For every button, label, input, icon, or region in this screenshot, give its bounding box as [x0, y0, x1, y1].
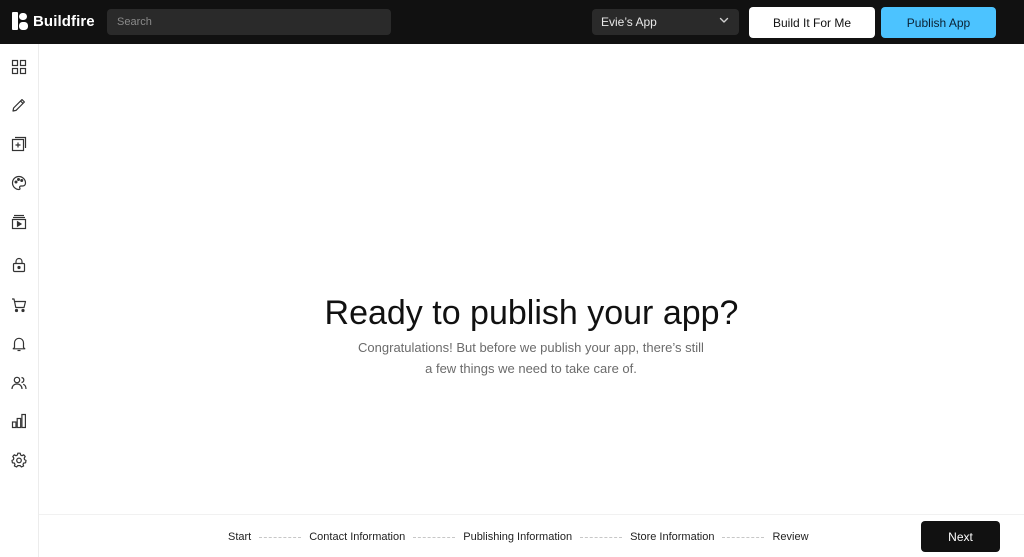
sidebar-item-add-feature[interactable] — [10, 135, 28, 153]
sidebar-item-security[interactable] — [10, 256, 28, 274]
main-content: Ready to publish your app? Congratulatio… — [39, 44, 1024, 514]
sidebar-item-media[interactable] — [10, 213, 28, 231]
palette-icon — [11, 175, 27, 191]
sidebar-item-users[interactable] — [10, 374, 28, 392]
add-square-icon — [11, 136, 27, 152]
sidebar-item-notifications[interactable] — [10, 335, 28, 353]
step-review[interactable]: Review — [772, 531, 808, 543]
chevron-down-icon — [718, 13, 730, 31]
step-divider — [259, 536, 302, 538]
sidebar-item-dashboard[interactable] — [10, 58, 28, 76]
buildfire-logo-icon — [12, 12, 29, 30]
wizard-footer: Start Contact Information Publishing Inf… — [39, 514, 1024, 557]
app-selector[interactable]: Evie’s App — [592, 9, 739, 35]
next-button[interactable]: Next — [921, 521, 1000, 552]
publish-app-button[interactable]: Publish App — [881, 7, 996, 38]
grid-icon — [11, 59, 27, 75]
step-divider — [413, 536, 456, 538]
pencil-icon — [12, 99, 25, 112]
step-contact-information[interactable]: Contact Information — [309, 531, 405, 543]
build-it-for-me-button[interactable]: Build It For Me — [749, 7, 875, 38]
progress-stepper: Start Contact Information Publishing Inf… — [228, 529, 809, 545]
sidebar — [0, 44, 39, 557]
page-subtitle-line-1: Congratulations! But before we publish y… — [358, 340, 704, 355]
brand-logo[interactable]: Buildfire — [12, 12, 95, 30]
step-divider — [722, 536, 765, 538]
gear-icon — [11, 452, 27, 468]
bar-chart-icon — [11, 413, 26, 429]
media-play-icon — [11, 214, 27, 230]
step-publishing-information[interactable]: Publishing Information — [463, 531, 572, 543]
lock-icon — [12, 257, 26, 273]
step-store-information[interactable]: Store Information — [630, 531, 714, 543]
step-divider — [580, 536, 623, 538]
page-subtitle: Congratulations! But before we publish y… — [321, 337, 741, 379]
sidebar-item-edit[interactable] — [10, 96, 28, 114]
page-subtitle-line-2: a few things we need to take care of. — [425, 361, 637, 376]
page-title: Ready to publish your app? — [324, 294, 739, 332]
cart-icon — [12, 298, 27, 313]
step-start[interactable]: Start — [228, 531, 251, 543]
search-input[interactable] — [107, 9, 391, 35]
top-bar: Buildfire Evie’s App Build It For Me Pub… — [0, 0, 1024, 44]
users-icon — [11, 376, 27, 390]
sidebar-item-analytics[interactable] — [10, 412, 28, 430]
app-selector-value: Evie’s App — [601, 15, 657, 29]
sidebar-item-settings[interactable] — [10, 451, 28, 469]
brand-name: Buildfire — [33, 12, 95, 30]
bell-icon — [12, 337, 26, 352]
sidebar-item-design[interactable] — [10, 174, 28, 192]
sidebar-item-ecommerce[interactable] — [10, 296, 28, 314]
